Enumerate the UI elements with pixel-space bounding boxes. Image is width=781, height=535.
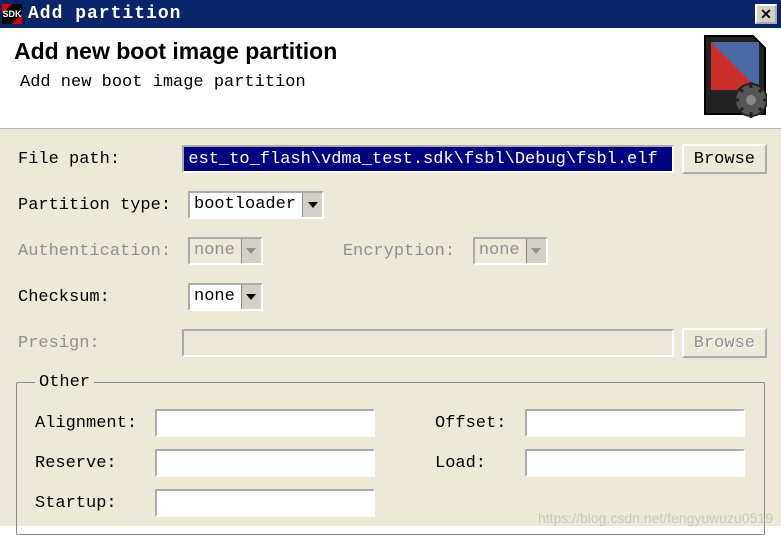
authentication-value: none [190,239,241,263]
chevron-down-icon [302,193,322,217]
authentication-label: Authentication: [18,242,188,261]
app-icon-text: SDK [2,9,21,19]
encryption-label: Encryption: [343,242,473,261]
load-label: Load: [435,454,525,473]
presign-browse-button: Browse [682,328,767,358]
startup-input[interactable] [155,489,375,517]
startup-label: Startup: [35,494,155,513]
browse-button[interactable]: Browse [682,144,767,174]
titlebar: SDK Add partition ✕ [0,0,781,28]
reserve-label: Reserve: [35,454,155,473]
dialog-header: Add new boot image partition Add new boo… [0,28,781,129]
form-area: File path: Browse Partition type: bootlo… [0,129,781,526]
alignment-label: Alignment: [35,414,155,433]
checksum-value: none [190,285,241,309]
page-title: Add new boot image partition [14,38,695,65]
chevron-down-icon [241,239,261,263]
reserve-input[interactable] [155,449,375,477]
encryption-value: none [475,239,526,263]
partition-type-label: Partition type: [18,196,188,215]
other-fieldset: Other Alignment: Offset: Reserve: Load: … [16,373,765,535]
checksum-label: Checksum: [18,288,188,307]
chevron-down-icon [526,239,546,263]
offset-input[interactable] [525,409,745,437]
close-button[interactable]: ✕ [755,4,777,24]
encryption-select: none [473,237,548,265]
file-path-label: File path: [18,150,182,169]
chevron-down-icon [241,285,261,309]
checksum-select[interactable]: none [188,283,263,311]
page-subtitle: Add new boot image partition [20,73,695,92]
partition-icon [695,34,767,118]
app-icon: SDK [2,4,22,24]
close-icon: ✕ [760,6,772,23]
offset-label: Offset: [435,414,525,433]
file-path-input[interactable] [182,145,674,173]
authentication-select: none [188,237,263,265]
partition-type-value: bootloader [190,193,302,217]
partition-type-select[interactable]: bootloader [188,191,324,219]
presign-input [182,329,674,357]
window-title: Add partition [28,4,755,24]
load-input[interactable] [525,449,745,477]
alignment-input[interactable] [155,409,375,437]
other-legend: Other [35,373,94,392]
presign-label: Presign: [18,334,182,353]
